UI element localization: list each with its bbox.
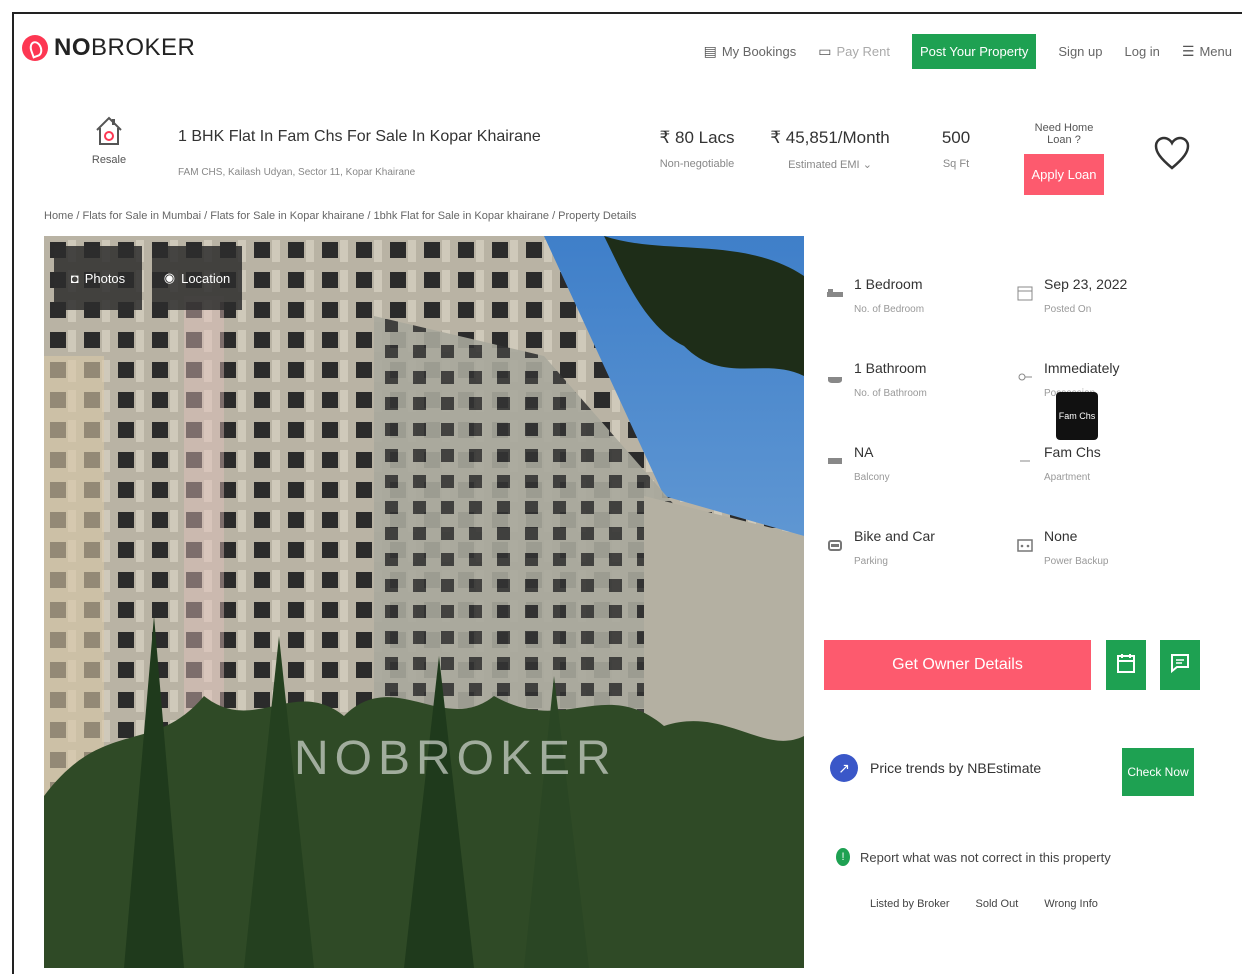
chart-icon: ↗: [830, 754, 858, 782]
location-button-label: Location: [181, 270, 231, 286]
price-trends-label: Price trends by NBEstimate: [870, 760, 1042, 776]
detail-value: None: [1044, 528, 1078, 544]
menu-label: Menu: [1199, 44, 1232, 59]
detail-value: NA: [854, 444, 874, 460]
listing-title: 1 BHK Flat In Fam Chs For Sale In Kopar …: [178, 128, 541, 145]
pay-rent-icon: ▭: [818, 43, 832, 59]
photos-button[interactable]: ◘ Photos: [54, 246, 142, 310]
resale-label: Resale: [91, 154, 127, 166]
nobroker-logo[interactable]: NOBROKER: [22, 34, 195, 62]
loan-question: Need Home Loan ?: [1034, 122, 1094, 146]
property-photo[interactable]: ◘ Photos ◉ Location NOBROKER: [44, 236, 804, 968]
report-listed-by-broker[interactable]: Listed by Broker: [870, 898, 949, 910]
bookings-icon: ▤: [703, 43, 717, 59]
compass-icon: ◉: [163, 270, 176, 285]
detail-value: Bike and Car: [854, 528, 935, 544]
building-icon: [1016, 452, 1034, 470]
logo-pin-icon: [22, 35, 48, 61]
breadcrumb[interactable]: Home / Flats for Sale in Mumbai / Flats …: [44, 210, 636, 222]
detail-value: Fam Chs: [1044, 444, 1101, 460]
nav-pay-rent-label: Pay Rent: [836, 44, 890, 59]
detail-value: 1 Bedroom: [854, 276, 923, 292]
area-stat: 500 Sq Ft: [926, 128, 986, 170]
sign-up-label: Sign up: [1058, 44, 1103, 59]
detail-value: 1 Bathroom: [854, 360, 927, 376]
shortlist-heart-icon[interactable]: [1152, 134, 1192, 174]
key-icon: [1016, 368, 1034, 386]
camera-icon: ◘: [70, 270, 79, 286]
post-your-property-button[interactable]: Post Your Property: [911, 34, 1037, 69]
report-wrong-info[interactable]: Wrong Info: [1044, 898, 1098, 910]
emi-stat[interactable]: ₹ 45,851/Month Estimated EMI ⌄: [770, 128, 890, 171]
bath-icon: [826, 368, 844, 386]
detail-value: Sep 23, 2022: [1044, 276, 1128, 292]
price-label: Non-negotiable: [659, 158, 735, 170]
emi-value: ₹ 45,851/Month: [770, 128, 890, 147]
resale-badge: Resale: [84, 114, 134, 166]
home-loan-block: Need Home Loan ? Apply Loan: [1024, 122, 1104, 195]
check-now-button[interactable]: Check Now: [1122, 748, 1194, 796]
calendar-icon: [1114, 651, 1138, 680]
page-frame: NOBROKER ▤ My Bookings ▭ Pay Rent Post Y…: [12, 12, 1242, 974]
car-icon: [826, 536, 844, 554]
get-owner-details-button[interactable]: Get Owner Details: [824, 640, 1091, 690]
battery-icon: [1016, 536, 1034, 554]
report-text: Report what was not correct in this prop…: [860, 849, 1111, 865]
price-trends-row: ↗ Price trends by NBEstimate: [830, 754, 1041, 782]
post-property-label: Post Your Property: [919, 44, 1029, 59]
chevron-down-icon: ⌄: [862, 159, 872, 171]
price-value: ₹ 80 Lacs: [659, 128, 735, 147]
top-nav: ▤ My Bookings ▭ Pay Rent Post Your Prope…: [704, 34, 1232, 69]
listing-address: FAM CHS, Kailash Udyan, Sector 11, Kopar…: [178, 167, 416, 178]
chat-icon: [1168, 651, 1192, 680]
detail-label: Apartment: [1044, 472, 1091, 483]
apartment-tooltip: Fam Chs: [1056, 392, 1098, 440]
nav-log-in[interactable]: Log in: [1124, 44, 1159, 59]
nav-pay-rent[interactable]: ▭ Pay Rent: [818, 43, 890, 60]
house-icon: [94, 114, 124, 150]
nav-my-bookings-label: My Bookings: [721, 44, 797, 59]
apply-loan-button[interactable]: Apply Loan: [1024, 154, 1104, 195]
info-icon: !: [836, 848, 850, 866]
report-links: Listed by Broker Sold Out Wrong Info: [870, 898, 1098, 910]
detail-label: Parking: [854, 556, 888, 567]
photos-button-label: Photos: [84, 270, 126, 286]
detail-label: Posted On: [1044, 304, 1092, 315]
report-row: ! Report what was not correct in this pr…: [836, 848, 1111, 866]
emi-label: Estimated EMI ⌄: [788, 159, 872, 171]
nav-menu[interactable]: ☰ Menu: [1182, 43, 1232, 60]
hamburger-icon: ☰: [1181, 43, 1195, 59]
detail-label: Balcony: [854, 472, 890, 483]
photo-watermark: NOBROKER: [294, 732, 617, 785]
report-sold-out[interactable]: Sold Out: [975, 898, 1018, 910]
area-value: 500: [941, 128, 971, 147]
detail-label: No. of Bedroom: [854, 304, 925, 315]
balcony-icon: [826, 452, 844, 470]
area-label: Sq Ft: [942, 158, 970, 170]
calendar-icon: [1016, 284, 1034, 302]
building-photo-illustration: [44, 236, 804, 968]
detail-label: No. of Bathroom: [854, 388, 927, 399]
chat-button[interactable]: [1160, 640, 1200, 690]
bed-icon: [826, 284, 844, 302]
location-button[interactable]: ◉ Location: [152, 246, 242, 310]
logo-text: NOBROKER: [54, 34, 196, 61]
log-in-label: Log in: [1124, 44, 1160, 59]
schedule-visit-button[interactable]: [1106, 640, 1146, 690]
nav-my-bookings[interactable]: ▤ My Bookings: [704, 43, 797, 60]
price-stat: ₹ 80 Lacs Non-negotiable: [642, 128, 752, 170]
detail-label: Power Backup: [1044, 556, 1109, 567]
detail-value: Immediately: [1044, 360, 1120, 376]
nav-sign-up[interactable]: Sign up: [1058, 44, 1102, 59]
